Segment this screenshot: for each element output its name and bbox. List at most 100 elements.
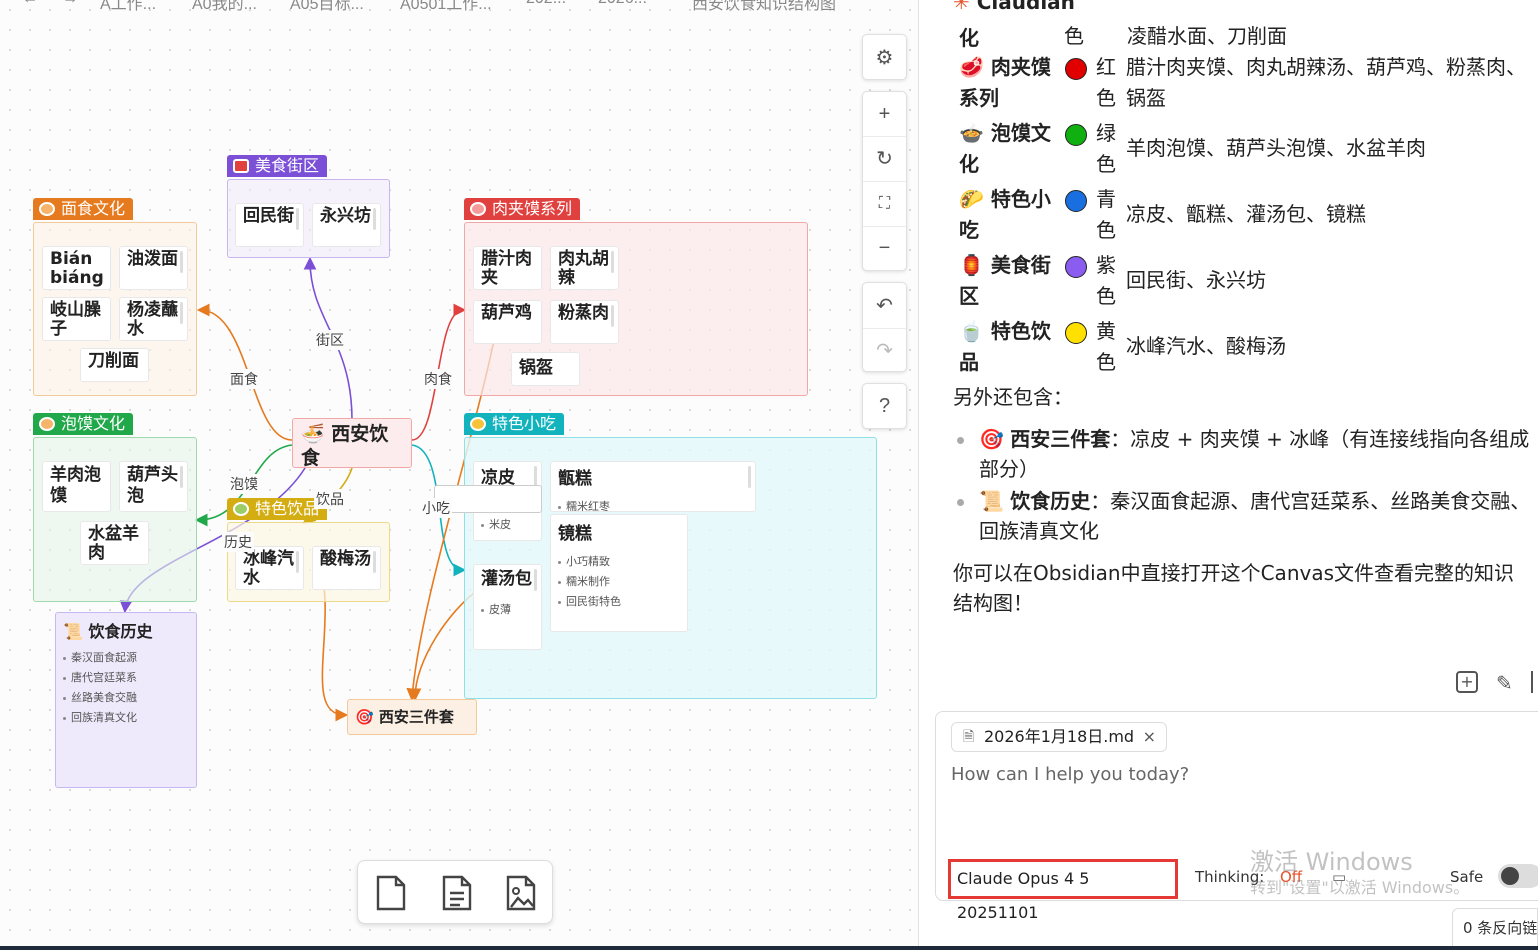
- legend-items: 羊肉泡馍、葫芦头泡馍、水盆羊肉: [1126, 136, 1426, 160]
- add-media-icon[interactable]: [500, 873, 540, 913]
- legend-items: 回民街、永兴坊: [1126, 268, 1266, 292]
- canvas-history-group: ↶ ↷: [862, 282, 907, 372]
- group-label-xiaochi[interactable]: 特色小吃: [464, 413, 565, 435]
- legend-color: 青色: [1096, 187, 1116, 242]
- card-rouwan[interactable]: 肉丸胡辣: [550, 246, 619, 290]
- target-icon: 🎯: [979, 427, 1011, 451]
- edge-label-paomo: 泡馍: [228, 474, 260, 494]
- legend-items: 冰峰汽水、酸梅汤: [1126, 334, 1286, 358]
- group-label-paomo[interactable]: 泡馍文化: [33, 413, 134, 435]
- add-card-icon[interactable]: [370, 873, 410, 913]
- history-icon[interactable]: [1531, 671, 1538, 693]
- card-zenggao[interactable]: 甑糕 糯米红枣: [550, 461, 756, 512]
- card-qishan[interactable]: 岐山臊子: [42, 297, 111, 341]
- file-icon: 🗎: [963, 729, 975, 745]
- also-text: 另外还包含：: [953, 385, 1073, 409]
- legend-items: 腊汁肉夹馍、肉丸胡辣汤、葫芦鸡、粉蒸肉、锅盔: [1126, 55, 1526, 110]
- card-huimin[interactable]: 回民街: [235, 203, 304, 247]
- card-history[interactable]: 📜 饮食历史 秦汉面食起源 唐代宫廷菜系 丝路美食交融 回族清真文化: [55, 612, 197, 788]
- gear-icon[interactable]: ⚙: [863, 35, 906, 79]
- scroll-icon: 📜: [63, 622, 89, 641]
- legend-items: 凉皮、甑糕、灌汤包、镜糕: [1126, 202, 1366, 226]
- help-icon[interactable]: ?: [863, 384, 906, 428]
- legend-name: 🍲 泡馍文化: [959, 121, 1051, 176]
- edit-icon[interactable]: ✎: [1496, 671, 1513, 695]
- chat-placeholder[interactable]: How can I help you today?: [951, 764, 1189, 785]
- card-jinggao[interactable]: 镜糕 小巧精致 糯米制作 回民街特色: [550, 514, 688, 632]
- legend-color: 红色: [1096, 55, 1116, 110]
- sun-logo-icon: ✳: [953, 0, 977, 14]
- color-dot: [1065, 322, 1087, 344]
- card-guokui[interactable]: 锅盔: [511, 352, 580, 386]
- card-lazhi[interactable]: 腊汁肉夹: [473, 246, 542, 290]
- card-bingfeng[interactable]: 冰峰汽水: [235, 546, 304, 590]
- group-label-roujia[interactable]: 肉夹馍系列: [464, 198, 581, 220]
- legend-name: 🥩 肉夹馍系列: [959, 55, 1051, 110]
- color-dot: [1065, 124, 1087, 146]
- legend-name: 🏮 美食街区: [959, 253, 1051, 308]
- file-chip[interactable]: 🗎 2026年1月18日.md ×: [951, 722, 1167, 752]
- cut-text: 化: [959, 26, 979, 50]
- edge-label-mian: 面食: [228, 369, 260, 389]
- scroll-icon: 📜: [979, 489, 1011, 513]
- activation-watermark-sub: 转到"设置"以激活 Windows。: [1250, 878, 1470, 897]
- legend-color: 黄色: [1096, 319, 1116, 374]
- card-yongxing[interactable]: 永兴坊: [312, 203, 381, 247]
- group-label-jiequ[interactable]: 美食街区: [227, 155, 328, 177]
- cut-text: 色: [1064, 24, 1084, 48]
- card-shuipen[interactable]: 水盆羊肉: [80, 521, 149, 565]
- zoom-out-icon[interactable]: −: [863, 226, 906, 270]
- chat-input-box[interactable]: 🗎 2026年1月18日.md × How can I help you tod…: [935, 711, 1538, 922]
- safe-toggle[interactable]: [1498, 864, 1538, 888]
- add-note-icon[interactable]: [436, 873, 476, 913]
- bullet-history: 📜 饮食历史：秦汉面食起源、唐代宫廷菜系、丝路美食交融、回族清真文化: [957, 486, 1538, 546]
- card-yangling[interactable]: 杨凌蘸水: [119, 297, 188, 341]
- meat-icon: 🥩: [959, 55, 991, 79]
- card-center[interactable]: 🍜 西安饮食: [292, 418, 412, 468]
- card-yangrou[interactable]: 羊肉泡馍: [42, 461, 111, 512]
- undo-icon[interactable]: ↶: [863, 283, 906, 327]
- color-dot: [1065, 58, 1087, 80]
- card-biangbiang[interactable]: Bián biáng: [42, 246, 111, 290]
- new-chat-icon[interactable]: +: [1456, 671, 1478, 693]
- edge-label-yinpin: 饮品: [314, 489, 346, 509]
- close-icon[interactable]: ×: [1143, 723, 1156, 751]
- card-fenzheng[interactable]: 粉蒸肉: [550, 300, 619, 344]
- bowl-icon: 🍲: [959, 121, 991, 145]
- legend-name: 🍵 特色饮品: [959, 319, 1051, 374]
- card-suanmei[interactable]: 酸梅汤: [312, 546, 381, 590]
- card-daoxiao[interactable]: 刀削面: [80, 348, 149, 382]
- ramen-icon: 🍜: [301, 423, 332, 445]
- zoom-in-icon[interactable]: +: [863, 92, 906, 136]
- group-label-mian[interactable]: 面食文化: [33, 198, 134, 220]
- color-dot: [1065, 256, 1087, 278]
- panel-header: ✳ Claudian: [953, 0, 1075, 14]
- legend-name: 🌮 特色小吃: [959, 187, 1051, 242]
- taco-icon: 🌮: [959, 187, 991, 211]
- legend-color: 绿色: [1096, 121, 1116, 176]
- card-hulutou[interactable]: 葫芦头泡: [119, 461, 188, 512]
- card-sanjian[interactable]: 🎯 西安三件套: [347, 699, 477, 735]
- edge-label-roushi: 肉食: [422, 369, 454, 389]
- legend-color: 紫色: [1096, 253, 1116, 308]
- redo-icon[interactable]: ↷: [863, 328, 906, 372]
- edge-label-xiaochi: 小吃: [420, 498, 452, 518]
- model-selector[interactable]: Claude Opus 4 5 20251101: [948, 859, 1178, 922]
- backlinks-status[interactable]: 0 条反向链: [1452, 908, 1538, 948]
- reset-zoom-icon[interactable]: ↻: [863, 136, 906, 180]
- edge-label-lishi: 历史: [222, 532, 254, 552]
- card-youpo[interactable]: 油泼面: [119, 246, 188, 290]
- canvas-area[interactable]: ← → A工作... A0我的... A05目标... A0501工作... 2…: [0, 0, 918, 950]
- canvas-zoom-group: + ↻ ⛶ −: [862, 91, 907, 271]
- canvas-help-group: ?: [862, 383, 907, 429]
- color-dot: [1065, 190, 1087, 212]
- card-guantang[interactable]: 灌汤包 皮薄: [473, 564, 542, 650]
- closing-text: 你可以在Obsidian中直接打开这个Canvas文件查看完整的知识结构图！: [953, 561, 1515, 615]
- group-label-yinpin[interactable]: 特色饮品: [227, 498, 328, 520]
- fit-view-icon[interactable]: ⛶: [863, 181, 906, 225]
- bullet-sanjian: 🎯 西安三件套：凉皮 + 肉夹馍 + 冰峰（有连接线指向各组成部分）: [957, 424, 1538, 484]
- canvas-bottom-bar: [357, 860, 553, 924]
- tea-icon: 🍵: [959, 319, 991, 343]
- edge-label-jiequ: 街区: [314, 330, 346, 350]
- card-huluji[interactable]: 葫芦鸡: [473, 300, 542, 344]
